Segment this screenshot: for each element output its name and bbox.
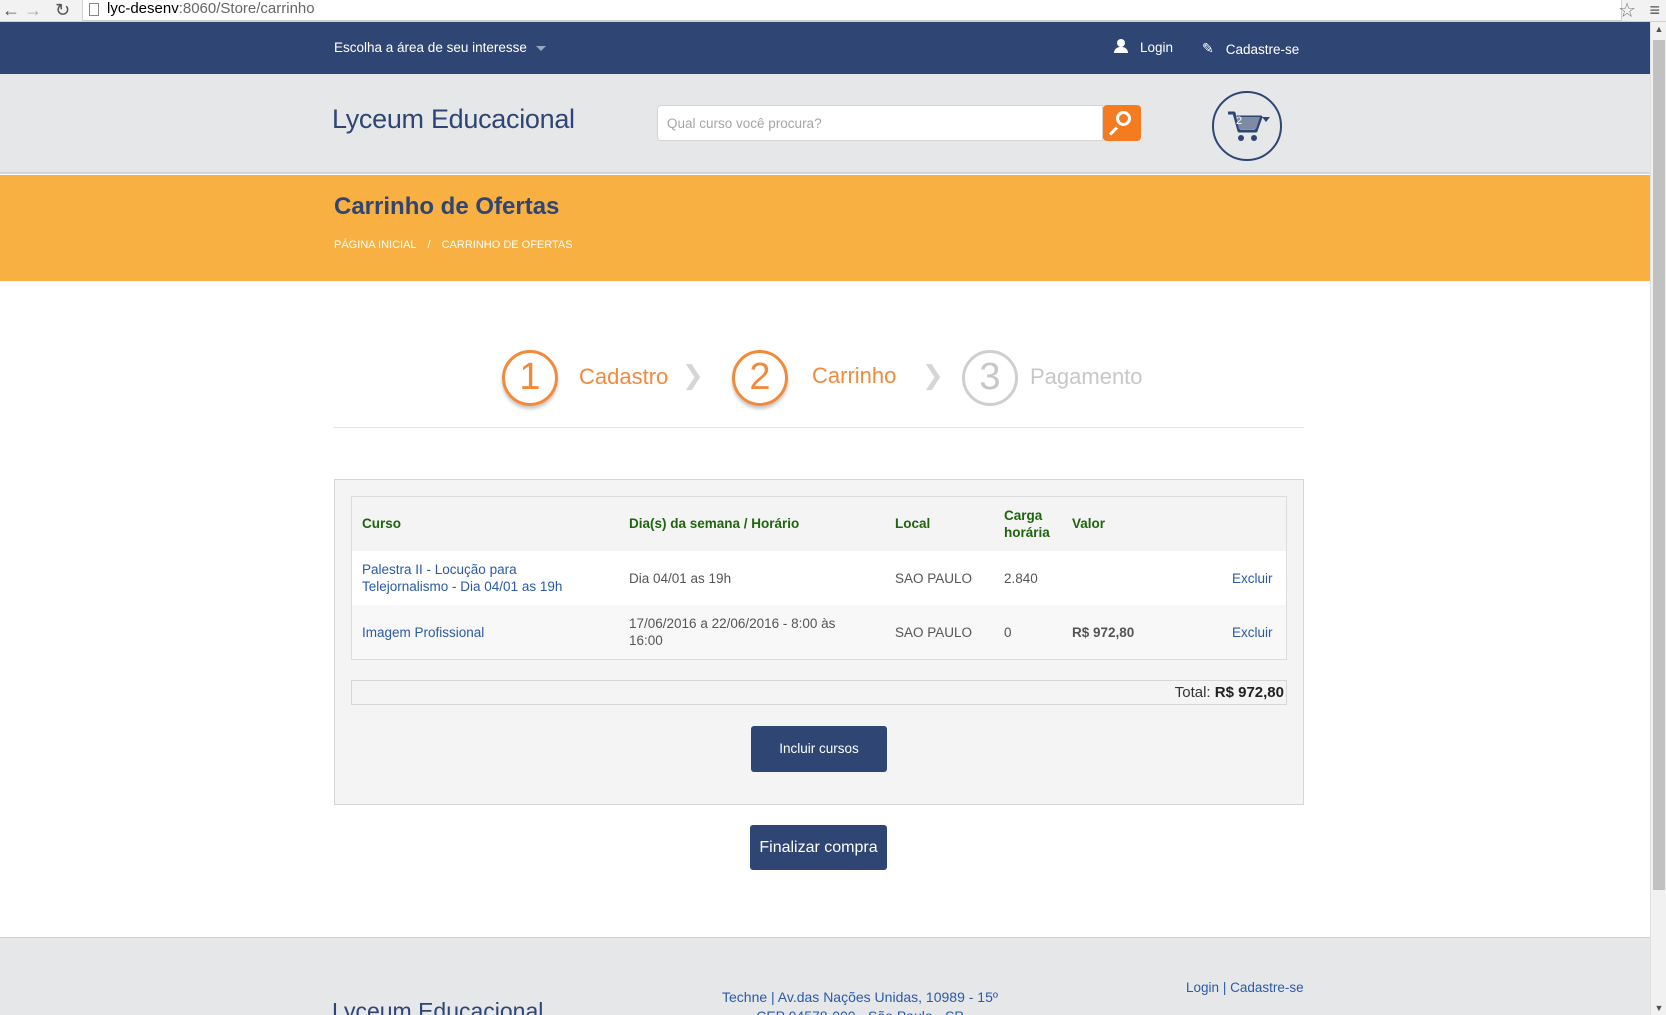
table-row: Imagem Profissional 17/06/2016 a 22/06/2… xyxy=(352,605,1286,659)
schedule-cell: 17/06/2016 a 22/06/2016 - 8:00 às 16:00 xyxy=(629,616,836,648)
breadcrumb: PÁGINA INICIAL / CARRINHO DE OFERTAS xyxy=(334,239,573,251)
browser-toolbar: ← → ↻ lyc-desenv:8060/Store/carrinho ☆ ≡ xyxy=(0,0,1666,22)
forward-arrow-icon[interactable]: → xyxy=(24,0,42,22)
area-of-interest-dropdown[interactable]: Escolha a área de seu interesse xyxy=(334,22,546,73)
remove-link[interactable]: Excluir xyxy=(1232,570,1273,587)
course-link[interactable]: Imagem Profissional xyxy=(362,624,484,641)
location-cell: SAO PAULO xyxy=(895,571,973,586)
breadcrumb-current: CARRINHO DE OFERTAS xyxy=(441,239,573,251)
location-cell: SAO PAULO xyxy=(895,625,973,640)
chevron-right-icon: ❯ xyxy=(682,360,704,390)
workload-cell: 0 xyxy=(1004,625,1012,640)
login-label: Login xyxy=(1140,40,1174,55)
footer-link-separator: | xyxy=(1222,980,1227,995)
login-link[interactable]: Login xyxy=(1114,22,1173,74)
remove-link[interactable]: Excluir xyxy=(1232,624,1273,641)
search-bar xyxy=(657,105,1143,141)
include-courses-button[interactable]: Incluir cursos xyxy=(751,726,887,772)
total-label: Total: xyxy=(1174,684,1211,701)
user-icon xyxy=(1114,39,1128,53)
page-title: Carrinho de Ofertas xyxy=(334,193,560,220)
signup-label: Cadastre-se xyxy=(1225,42,1300,57)
site-header: Lyceum Educacional 2 xyxy=(0,74,1650,174)
address-bar[interactable]: lyc-desenv:8060/Store/carrinho xyxy=(82,0,1622,21)
table-header-row: Curso Dia(s) da semana / Horário Local C… xyxy=(352,497,1286,551)
step-2-label: Carrinho xyxy=(812,363,897,388)
site-footer: Lyceum Educacional Techne | Av.das Naçõe… xyxy=(0,937,1650,1015)
step-1-label: Cadastro xyxy=(579,364,669,389)
reload-icon[interactable]: ↻ xyxy=(55,0,70,22)
step-1-circle: 1 xyxy=(502,350,558,406)
price-cell: R$ 972,80 xyxy=(1072,625,1135,640)
header-local: Local xyxy=(895,516,931,531)
scrollbar-thumb[interactable] xyxy=(1653,40,1665,890)
step-2-circle: 2 xyxy=(732,350,788,406)
cart-table: Curso Dia(s) da semana / Horário Local C… xyxy=(351,496,1287,660)
footer-signup-link[interactable]: Cadastre-se xyxy=(1230,980,1304,995)
step-3-label: Pagamento xyxy=(1030,364,1143,389)
table-row: Palestra II - Locução para Telejornalism… xyxy=(352,551,1286,605)
search-button[interactable] xyxy=(1103,105,1141,141)
workload-cell: 2.840 xyxy=(1004,571,1038,586)
search-input[interactable] xyxy=(657,105,1103,141)
top-nav-bar: Escolha a área de seu interesse Login ✎ C… xyxy=(0,22,1650,74)
page-scrollbar[interactable]: ▲ ▼ xyxy=(1650,22,1666,1015)
step-3-circle: 3 xyxy=(962,350,1018,406)
signup-link[interactable]: ✎ Cadastre-se xyxy=(1202,22,1299,76)
bookmark-star-icon[interactable]: ☆ xyxy=(1618,0,1636,23)
scroll-up-arrow-icon[interactable]: ▲ xyxy=(1651,24,1666,34)
header-carga-horaria: Carga horária xyxy=(1004,508,1050,540)
breadcrumb-home[interactable]: PÁGINA INICIAL xyxy=(334,239,417,251)
footer-links: Login | Cadastre-se xyxy=(1186,980,1304,995)
cart-panel: Curso Dia(s) da semana / Horário Local C… xyxy=(334,479,1304,805)
total-value: R$ 972,80 xyxy=(1214,684,1284,701)
header-valor: Valor xyxy=(1072,516,1106,531)
footer-login-link[interactable]: Login xyxy=(1186,980,1219,995)
page-banner: Carrinho de Ofertas PÁGINA INICIAL / CARRI… xyxy=(0,175,1650,281)
page-icon xyxy=(89,3,99,16)
footer-logo[interactable]: Lyceum Educacional xyxy=(332,998,543,1015)
cart-count-badge: 2 xyxy=(1236,115,1243,127)
scroll-down-arrow-icon[interactable]: ▼ xyxy=(1651,1003,1666,1013)
cart-button[interactable]: 2 xyxy=(1212,91,1282,161)
cart-total: Total: R$ 972,80 xyxy=(351,680,1287,705)
breadcrumb-separator: / xyxy=(427,239,431,251)
url-path: :8060/Store/carrinho xyxy=(178,0,315,17)
caret-down-icon xyxy=(535,45,546,51)
pencil-icon: ✎ xyxy=(1202,40,1214,56)
area-dropdown-label: Escolha a área de seu interesse xyxy=(334,40,527,55)
course-link[interactable]: Palestra II - Locução para Telejornalism… xyxy=(362,561,562,595)
url-host: lyc-desenv xyxy=(107,0,179,17)
header-dias-horario: Dia(s) da semana / Horário xyxy=(629,516,800,531)
browser-menu-icon[interactable]: ≡ xyxy=(1649,0,1660,20)
site-logo[interactable]: Lyceum Educacional xyxy=(332,104,575,135)
back-arrow-icon[interactable]: ← xyxy=(2,0,20,22)
checkout-steps: 1 Cadastro ❯ 2 Carrinho ❯ 3 Pagamento xyxy=(334,340,1304,428)
footer-address: Techne | Av.das Nações Unidas, 10989 - 1… xyxy=(722,989,998,1015)
header-curso: Curso xyxy=(362,516,402,531)
search-icon xyxy=(1116,111,1131,126)
schedule-cell: Dia 04/01 as 19h xyxy=(629,571,732,586)
shopping-cart-icon xyxy=(1228,111,1270,141)
finish-purchase-button[interactable]: Finalizar compra xyxy=(750,825,887,870)
chevron-right-icon: ❯ xyxy=(922,360,944,390)
